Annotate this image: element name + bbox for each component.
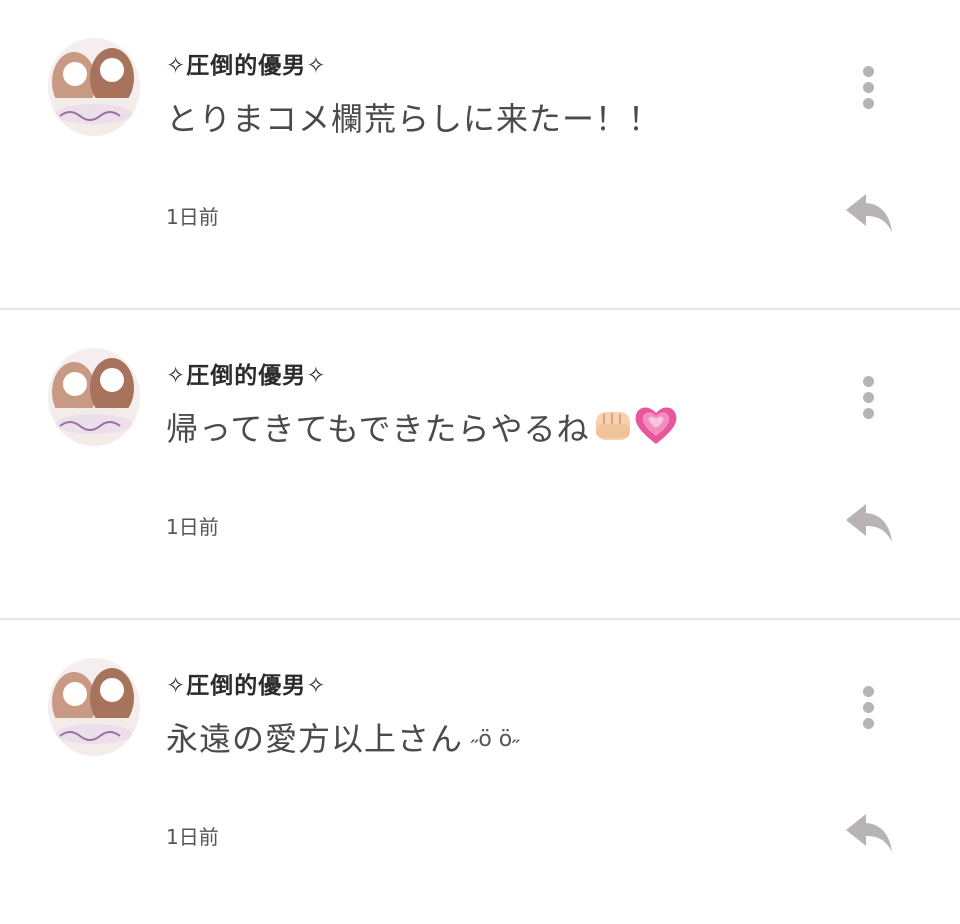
- comment-item: ✧圧倒的優男✧ 帰ってきてもできたらやるね 1日前: [0, 310, 960, 620]
- vertical-ellipsis-icon[interactable]: [852, 684, 886, 730]
- comment-text: 帰ってきてもできたらやるね: [166, 410, 590, 448]
- user-avatar[interactable]: [48, 658, 140, 756]
- timestamp: 1日前: [166, 825, 219, 849]
- reply-arrow-icon[interactable]: [842, 810, 896, 856]
- comment-text-row: 永遠の愛方以上さん ˶ӧ ӧ˶: [166, 714, 520, 760]
- kaomoji: ˶ӧ ӧ˶: [471, 727, 520, 752]
- comment-list: ✧圧倒的優男✧ とりまコメ欄荒らしに来たー！！ 1日前 ✧圧倒的優男✧ 帰ってき…: [0, 0, 960, 924]
- comment-text: 永遠の愛方以上さん: [166, 720, 464, 758]
- comment-item: ✧圧倒的優男✧ とりまコメ欄荒らしに来たー！！ 1日前: [0, 0, 960, 310]
- reply-arrow-icon[interactable]: [842, 500, 896, 546]
- user-avatar[interactable]: [48, 38, 140, 136]
- comment-text: とりまコメ欄荒らしに来たー！！: [166, 100, 662, 138]
- reply-arrow-icon[interactable]: [842, 190, 896, 236]
- username[interactable]: ✧圧倒的優男✧: [166, 666, 327, 700]
- oncoming-fist-icon: [592, 406, 634, 452]
- growing-heart-icon: [634, 404, 678, 454]
- username[interactable]: ✧圧倒的優男✧: [166, 46, 327, 80]
- vertical-ellipsis-icon[interactable]: [852, 374, 886, 420]
- comment-text-row: 帰ってきてもできたらやるね: [166, 404, 678, 454]
- comment-item: ✧圧倒的優男✧ 永遠の愛方以上さん ˶ӧ ӧ˶ 1日前: [0, 620, 960, 924]
- timestamp: 1日前: [166, 205, 219, 229]
- user-avatar[interactable]: [48, 348, 140, 446]
- timestamp: 1日前: [166, 515, 219, 539]
- vertical-ellipsis-icon[interactable]: [852, 64, 886, 110]
- username[interactable]: ✧圧倒的優男✧: [166, 356, 327, 390]
